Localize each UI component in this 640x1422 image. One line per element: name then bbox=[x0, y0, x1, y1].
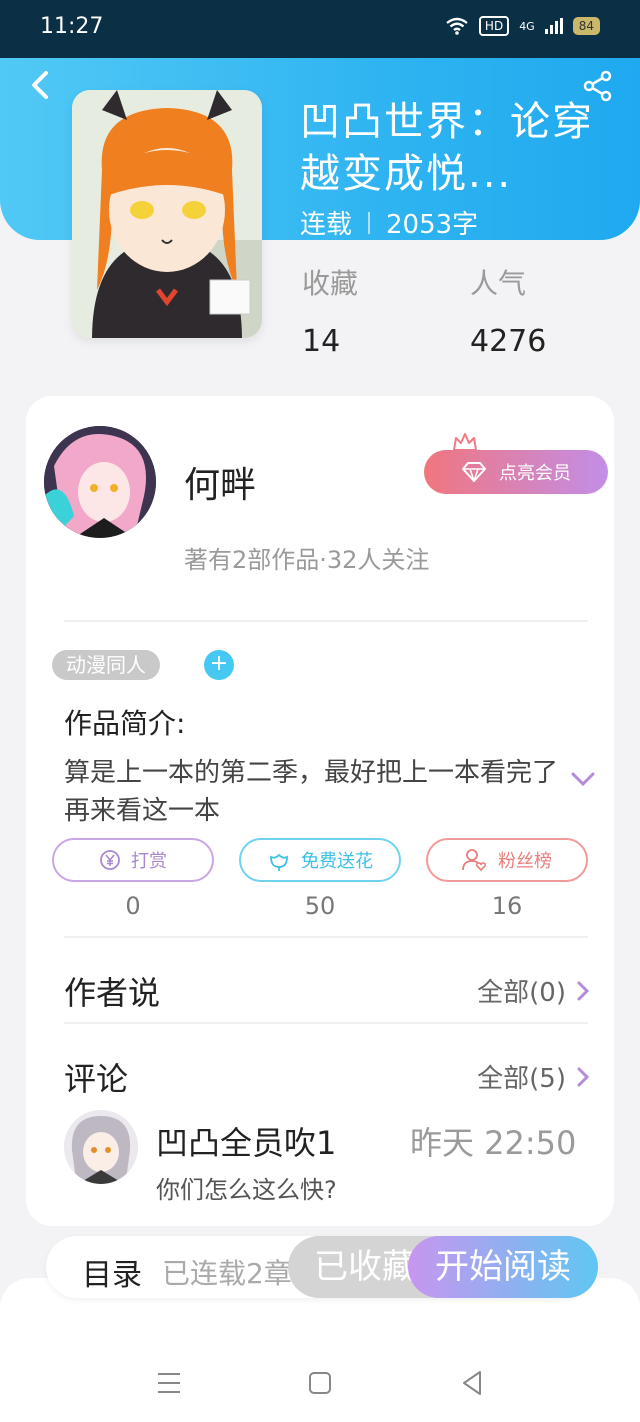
book-title: 凹凸世界：论穿越变成悦... bbox=[300, 99, 594, 197]
stat-popularity: 人气 4276 bbox=[470, 262, 546, 359]
fan-icon bbox=[462, 849, 487, 872]
fan-ranking-label: 粉丝榜 bbox=[498, 851, 552, 872]
divider bbox=[64, 936, 588, 938]
comments-title: 评论 bbox=[64, 1060, 129, 1098]
chevron-down-icon[interactable] bbox=[570, 770, 596, 788]
author-says-link[interactable]: 全部(0) bbox=[477, 972, 590, 1009]
author-avatar[interactable] bbox=[44, 426, 156, 538]
author-subtitle: 著有2部作品·32人关注 bbox=[184, 546, 430, 574]
network-label: 4G bbox=[519, 19, 535, 33]
author-avatar-illustration bbox=[44, 426, 156, 538]
commenter-avatar[interactable] bbox=[64, 1110, 138, 1184]
tip-count: 0 bbox=[125, 892, 141, 920]
comment-username[interactable]: 凹凸全员吹1 bbox=[156, 1118, 336, 1164]
author-name[interactable]: 何畔 bbox=[184, 456, 256, 508]
book-meta: 连载 2053字 bbox=[300, 204, 478, 241]
intro-heading: 作品简介: bbox=[64, 707, 186, 740]
tip-label: 打赏 bbox=[131, 851, 167, 872]
stat-value: 14 bbox=[302, 324, 341, 359]
book-cover[interactable] bbox=[72, 90, 262, 338]
battery-indicator: 84 bbox=[572, 17, 600, 35]
flower-icon bbox=[270, 853, 288, 871]
divider bbox=[64, 1022, 588, 1024]
vip-button[interactable]: 点亮会员 bbox=[424, 450, 608, 494]
author-says-title: 作者说 bbox=[64, 974, 161, 1012]
stat-label: 收藏 bbox=[302, 267, 359, 300]
back-icon[interactable] bbox=[24, 68, 58, 102]
diamond-icon bbox=[462, 462, 486, 482]
chevron-right-icon bbox=[577, 1067, 590, 1086]
toc-button[interactable]: 目录 bbox=[82, 1250, 142, 1294]
tip-button[interactable]: 打赏 bbox=[52, 838, 214, 882]
comment-text[interactable]: 你们怎么这么快? bbox=[156, 1170, 337, 1205]
fan-ranking-button[interactable]: 粉丝榜 bbox=[426, 838, 588, 882]
chevron-right-icon bbox=[577, 981, 590, 1000]
vip-label: 点亮会员 bbox=[499, 463, 571, 484]
flower-count: 50 bbox=[304, 892, 336, 920]
start-reading-button[interactable]: 开始阅读 bbox=[408, 1236, 598, 1298]
divider bbox=[64, 620, 588, 622]
send-flower-button[interactable]: 免费送花 bbox=[239, 838, 401, 882]
stat-label: 人气 bbox=[470, 267, 527, 300]
comments-link-label: 全部(5) bbox=[477, 1064, 566, 1094]
wifi-icon bbox=[446, 17, 468, 35]
intro-text: 算是上一本的第二季，最好把上一本看完了再来看这一本 bbox=[64, 758, 559, 826]
meta-divider bbox=[368, 211, 371, 234]
comment-time: 昨天 22:50 bbox=[410, 1124, 577, 1162]
send-flower-label: 免费送花 bbox=[301, 851, 373, 872]
status-icons: HD 4G 84 bbox=[445, 16, 600, 36]
chapter-progress: 已连载2章 bbox=[162, 1257, 292, 1290]
menu-icon[interactable] bbox=[154, 1368, 184, 1398]
comments-link[interactable]: 全部(5) bbox=[477, 1058, 590, 1095]
home-icon[interactable] bbox=[305, 1368, 335, 1398]
cover-illustration bbox=[72, 90, 262, 338]
stat-favorites: 收藏 14 bbox=[302, 262, 358, 359]
signal-icon bbox=[544, 18, 563, 34]
stat-value: 4276 bbox=[470, 324, 547, 359]
status-time: 11:27 bbox=[40, 14, 104, 39]
status-bar: 11:27 HD 4G 84 bbox=[0, 0, 640, 58]
hd-badge: HD bbox=[478, 16, 510, 36]
genre-tag[interactable]: 动漫同人 bbox=[52, 650, 160, 680]
back-nav-icon[interactable] bbox=[458, 1368, 488, 1398]
yen-icon bbox=[100, 850, 120, 870]
book-status: 连载 bbox=[300, 210, 353, 240]
book-word-count: 2053字 bbox=[386, 210, 479, 240]
fan-count: 16 bbox=[491, 892, 523, 920]
add-tag-button[interactable]: + bbox=[204, 650, 234, 680]
system-nav-bar bbox=[0, 1360, 640, 1410]
commenter-avatar-illustration bbox=[64, 1110, 138, 1184]
author-says-link-label: 全部(0) bbox=[477, 978, 566, 1008]
